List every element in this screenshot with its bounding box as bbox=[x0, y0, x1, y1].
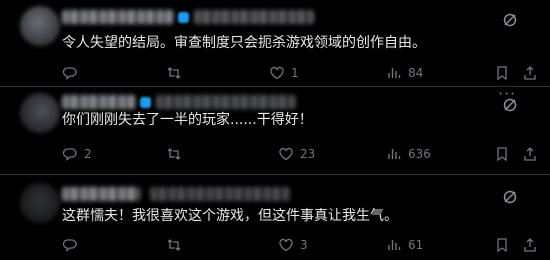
like-button[interactable]: 3 bbox=[278, 235, 308, 255]
post-text: 这群懦夫！我很喜欢这个游戏，但这件事真让我生气。 bbox=[62, 208, 398, 224]
views-icon bbox=[388, 68, 401, 78]
like-count: 3 bbox=[300, 238, 308, 252]
reply-count: 2 bbox=[84, 147, 92, 161]
grok-icon[interactable] bbox=[502, 189, 518, 205]
post-actions: 3 61 bbox=[0, 235, 550, 255]
author-name-blurred[interactable] bbox=[62, 10, 174, 24]
retweet-icon bbox=[167, 148, 181, 160]
reply-icon bbox=[62, 148, 77, 161]
retweet-icon bbox=[167, 67, 181, 79]
reply-button[interactable]: 2 bbox=[62, 144, 92, 164]
author-handle-blurred bbox=[194, 10, 314, 24]
views-icon bbox=[388, 149, 401, 159]
author-name-blurred[interactable] bbox=[62, 95, 136, 109]
reply-icon bbox=[62, 67, 77, 80]
bookmark-button[interactable] bbox=[494, 235, 510, 255]
views-button[interactable]: 84 bbox=[386, 63, 423, 83]
verified-badge-icon bbox=[178, 12, 189, 23]
bookmark-icon bbox=[497, 66, 507, 81]
post-actions: 1 84 bbox=[0, 63, 550, 83]
retweet-button[interactable] bbox=[166, 144, 188, 164]
share-icon bbox=[524, 238, 536, 252]
retweet-button[interactable] bbox=[166, 63, 188, 83]
grok-icon[interactable] bbox=[502, 97, 518, 113]
bookmark-button[interactable] bbox=[494, 144, 510, 164]
post-text: 你们刚刚失去了一半的玩家......干得好！ bbox=[62, 112, 313, 128]
reply-icon bbox=[62, 239, 77, 252]
like-button[interactable]: 23 bbox=[278, 144, 315, 164]
post-actions: 2 23 636 bbox=[0, 144, 550, 164]
like-icon bbox=[279, 238, 293, 252]
like-button[interactable]: 1 bbox=[269, 63, 299, 83]
bookmark-icon bbox=[497, 147, 507, 162]
like-icon bbox=[279, 147, 293, 161]
views-count: 61 bbox=[408, 238, 424, 252]
share-button[interactable] bbox=[522, 63, 538, 83]
author-handle-blurred bbox=[150, 187, 290, 201]
post-text: 令人失望的结局。审查制度只会扼杀游戏领域的创作自由。 bbox=[62, 35, 426, 51]
views-count: 84 bbox=[408, 66, 424, 80]
like-count: 23 bbox=[300, 147, 316, 161]
avatar[interactable] bbox=[20, 93, 60, 133]
reply-button[interactable] bbox=[62, 235, 84, 255]
post-2[interactable]: ··· 你们刚刚失去了一半的玩家......干得好！ 2 23 636 bbox=[0, 86, 550, 174]
reply-button[interactable] bbox=[62, 63, 84, 83]
avatar[interactable] bbox=[20, 183, 60, 223]
views-icon bbox=[388, 240, 401, 250]
share-button[interactable] bbox=[522, 144, 538, 164]
author-handle-blurred bbox=[156, 95, 296, 109]
avatar[interactable] bbox=[20, 6, 60, 46]
post-1[interactable]: 令人失望的结局。审查制度只会扼杀游戏领域的创作自由。 1 84 bbox=[0, 0, 550, 86]
grok-icon[interactable] bbox=[502, 12, 518, 28]
verified-badge-icon bbox=[140, 97, 151, 108]
retweet-button[interactable] bbox=[166, 235, 188, 255]
share-icon bbox=[524, 147, 536, 161]
post-3[interactable]: 这群懦夫！我很喜欢这个游戏，但这件事真让我生气。 3 61 bbox=[0, 174, 550, 260]
retweet-icon bbox=[167, 239, 181, 251]
share-icon bbox=[524, 66, 536, 80]
like-count: 1 bbox=[291, 66, 299, 80]
share-button[interactable] bbox=[522, 235, 538, 255]
like-icon bbox=[270, 66, 284, 80]
views-count: 636 bbox=[408, 147, 431, 161]
bookmark-button[interactable] bbox=[494, 63, 510, 83]
views-button[interactable]: 636 bbox=[386, 144, 431, 164]
author-name-blurred[interactable] bbox=[62, 187, 140, 201]
views-button[interactable]: 61 bbox=[386, 235, 423, 255]
bookmark-icon bbox=[497, 238, 507, 253]
